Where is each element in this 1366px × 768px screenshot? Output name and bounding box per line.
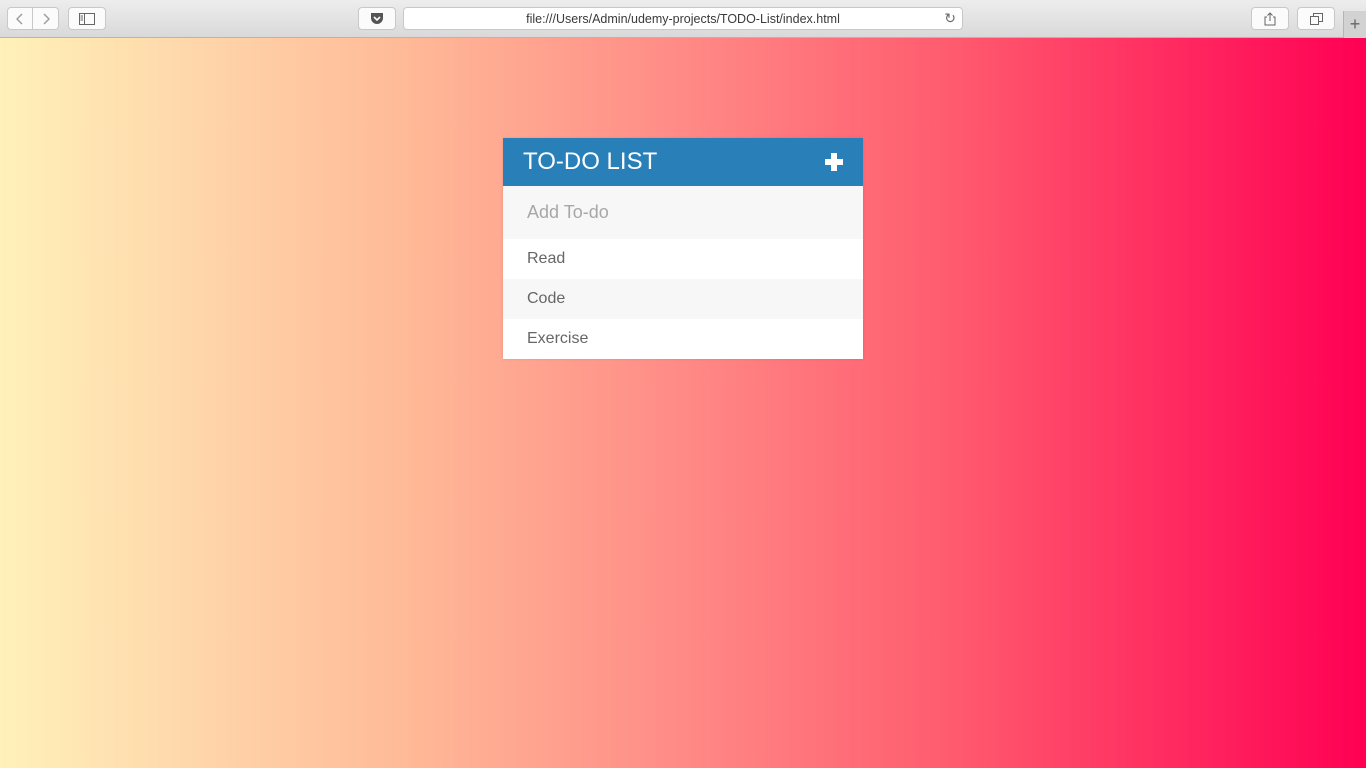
new-tab-button[interactable]: +: [1343, 11, 1366, 38]
back-button[interactable]: [7, 7, 33, 30]
chevron-left-icon: [16, 13, 23, 24]
plus-icon: +: [1349, 14, 1361, 34]
add-todo-input[interactable]: [503, 186, 863, 239]
sidebar-button[interactable]: [68, 7, 106, 30]
page-background: TO-DO LIST Read Code Exercise: [0, 38, 1366, 768]
todo-item-read[interactable]: Read: [503, 239, 863, 279]
browser-toolbar: file:///Users/Admin/udemy-projects/TODO-…: [0, 0, 1366, 38]
todo-item-code[interactable]: Code: [503, 279, 863, 319]
chevron-right-icon: [43, 13, 50, 24]
share-button[interactable]: [1251, 7, 1289, 30]
sidebar-icon: [79, 12, 95, 25]
address-bar[interactable]: file:///Users/Admin/udemy-projects/TODO-…: [403, 7, 963, 30]
share-icon: [1264, 11, 1276, 25]
todo-item-exercise[interactable]: Exercise: [503, 319, 863, 359]
forward-button[interactable]: [33, 7, 59, 30]
todo-list: Read Code Exercise: [503, 239, 863, 359]
plus-icon[interactable]: [825, 153, 843, 171]
pocket-icon: [371, 13, 383, 24]
page-title: TO-DO LIST: [523, 148, 658, 175]
pocket-button[interactable]: [358, 7, 396, 30]
reload-icon[interactable]: ↻: [944, 10, 956, 27]
todo-card: TO-DO LIST Read Code Exercise: [503, 138, 863, 359]
tabs-icon: [1309, 12, 1323, 25]
todo-header: TO-DO LIST: [503, 138, 863, 186]
tabs-overview-button[interactable]: [1297, 7, 1335, 30]
url-text: file:///Users/Admin/udemy-projects/TODO-…: [526, 11, 840, 26]
